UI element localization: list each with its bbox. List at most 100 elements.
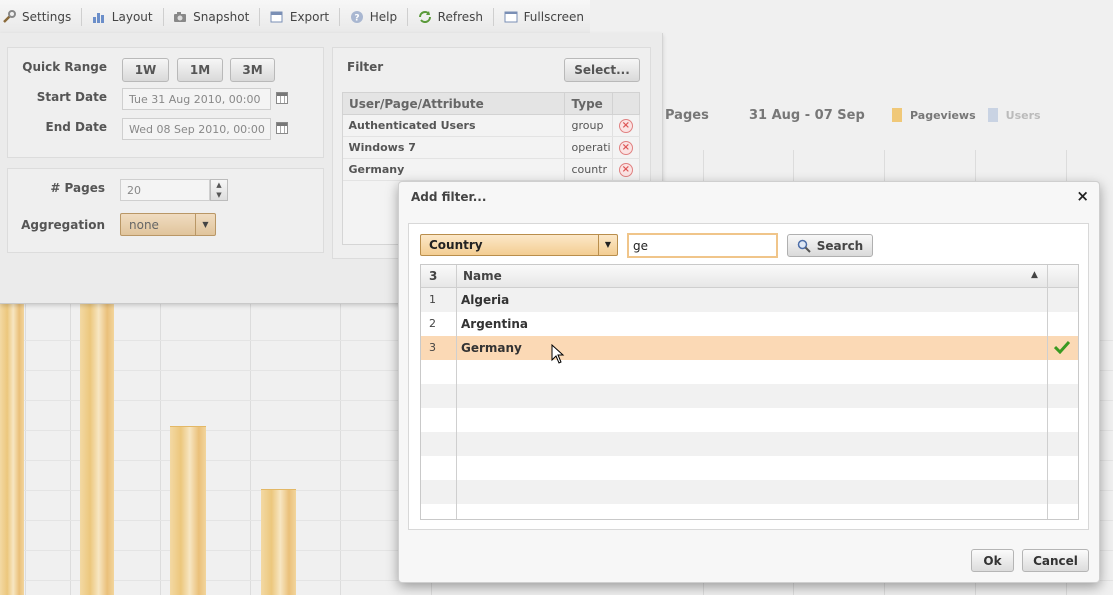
add-filter-dialog: Add filter... × Country ▼ Search 3 Name … bbox=[398, 181, 1100, 583]
fullscreen-button[interactable]: Fullscreen bbox=[498, 0, 590, 33]
toolbar-divider bbox=[162, 7, 164, 26]
filter-type-select[interactable]: Country ▼ bbox=[420, 234, 618, 256]
filter-row-name: Authenticated Users bbox=[342, 114, 566, 137]
filter-col-name[interactable]: User/Page/Attribute bbox=[341, 92, 566, 115]
empty-row bbox=[421, 504, 1078, 519]
table-row[interactable]: 2 Argentina bbox=[421, 312, 1078, 336]
select-filter-button[interactable]: Select... bbox=[564, 58, 640, 82]
refresh-button[interactable]: Refresh bbox=[412, 0, 489, 33]
table-row[interactable]: 1 Algeria bbox=[421, 288, 1078, 312]
export-icon bbox=[270, 11, 283, 22]
start-date-label: Start Date bbox=[36, 90, 107, 104]
chart-title-row: Pages 31 Aug - 07 Sep Pageviews Users bbox=[663, 100, 1113, 130]
search-button-label: Search bbox=[816, 238, 864, 253]
pages-stepper-input[interactable]: 20 bbox=[120, 179, 210, 201]
empty-row bbox=[421, 480, 1078, 504]
filter-title: Filter bbox=[347, 60, 384, 74]
mouse-cursor-icon bbox=[551, 344, 565, 364]
export-button[interactable]: Export bbox=[264, 0, 335, 33]
ok-button[interactable]: Ok bbox=[971, 549, 1014, 572]
settings-button[interactable]: Settings bbox=[0, 0, 77, 33]
filter-row-name: Germany bbox=[342, 158, 566, 181]
filter-row-type: countr bbox=[564, 158, 613, 181]
filter-col-type[interactable]: Type bbox=[564, 92, 613, 115]
help-icon: ? bbox=[350, 10, 363, 23]
row-number: 2 bbox=[429, 317, 436, 330]
bar-chart-icon bbox=[92, 12, 104, 23]
range-1m-button[interactable]: 1M bbox=[177, 58, 223, 82]
dialog-body: Country ▼ Search 3 Name ▲ 1 Algeria 2 Ar… bbox=[408, 223, 1089, 530]
checkmark-icon bbox=[1054, 340, 1070, 354]
filter-row[interactable]: Germany countr × bbox=[342, 158, 641, 181]
layout-label: Layout bbox=[111, 9, 153, 24]
search-input[interactable] bbox=[627, 233, 778, 258]
empty-row bbox=[421, 360, 1078, 384]
fullscreen-label: Fullscreen bbox=[523, 9, 584, 24]
sort-asc-icon[interactable]: ▲ bbox=[1031, 270, 1038, 280]
toolbar-divider bbox=[259, 7, 260, 26]
filter-row-name: Windows 7 bbox=[342, 136, 566, 159]
toolbar-divider bbox=[492, 7, 494, 26]
calendar-icon[interactable] bbox=[276, 122, 288, 134]
aggregation-value: none bbox=[129, 218, 159, 232]
empty-row bbox=[421, 432, 1078, 456]
cancel-button[interactable]: Cancel bbox=[1022, 549, 1089, 572]
filter-table: User/Page/Attribute Type Authenticated U… bbox=[341, 92, 641, 181]
row-number: 3 bbox=[429, 341, 436, 354]
filter-row-type: operati bbox=[564, 136, 613, 159]
remove-icon[interactable]: × bbox=[618, 163, 633, 177]
close-icon[interactable]: × bbox=[1076, 187, 1089, 205]
wrench-icon bbox=[3, 9, 16, 23]
help-button[interactable]: ? Help bbox=[344, 0, 403, 33]
camera-icon bbox=[174, 11, 187, 22]
remove-filter-button[interactable]: × bbox=[612, 114, 641, 137]
remove-icon[interactable]: × bbox=[618, 141, 633, 155]
toolbar-divider bbox=[339, 7, 340, 26]
pages-stepper[interactable]: ▲ ▼ bbox=[210, 179, 228, 201]
export-label: Export bbox=[289, 9, 330, 24]
name-column-header[interactable]: Name bbox=[463, 269, 502, 283]
snapshot-button[interactable]: Snapshot bbox=[167, 0, 255, 33]
legend-pageviews[interactable]: Pageviews bbox=[910, 109, 976, 122]
row-name: Algeria bbox=[461, 293, 510, 307]
end-date-field[interactable]: Wed 08 Sep 2010, 00:00 bbox=[122, 118, 271, 140]
legend-swatch-pageviews bbox=[892, 108, 902, 122]
aggregation-select[interactable]: none ▼ bbox=[120, 213, 216, 236]
aggregation-label: Aggregation bbox=[21, 218, 105, 232]
result-count: 3 bbox=[429, 269, 438, 283]
calendar-icon[interactable] bbox=[276, 92, 288, 104]
start-date-field[interactable]: Tue 31 Aug 2010, 00:00 bbox=[122, 88, 271, 110]
chart-bar bbox=[80, 290, 114, 595]
range-3m-button[interactable]: 3M bbox=[230, 58, 275, 82]
filter-row[interactable]: Windows 7 operati × bbox=[342, 136, 641, 159]
chart-bar bbox=[261, 489, 296, 595]
layout-button[interactable]: Layout bbox=[86, 0, 159, 33]
range-1w-button[interactable]: 1W bbox=[122, 58, 169, 82]
settings-label: Settings bbox=[22, 9, 72, 24]
chart-date-range: 31 Aug - 07 Sep bbox=[749, 107, 865, 123]
remove-filter-button[interactable]: × bbox=[612, 136, 641, 159]
remove-filter-button[interactable]: × bbox=[612, 158, 641, 181]
toolbar-divider bbox=[81, 7, 82, 26]
chart-title: Pages bbox=[665, 107, 709, 123]
empty-row bbox=[421, 456, 1078, 480]
chart-header bbox=[663, 37, 1113, 150]
row-name: Argentina bbox=[461, 317, 528, 331]
filter-type-value: Country bbox=[429, 238, 483, 252]
row-number: 1 bbox=[429, 293, 436, 306]
remove-icon[interactable]: × bbox=[618, 119, 633, 133]
row-name: Germany bbox=[461, 341, 522, 355]
snapshot-label: Snapshot bbox=[193, 9, 250, 24]
filter-row[interactable]: Authenticated Users group × bbox=[342, 114, 641, 137]
toolbar-divider bbox=[407, 7, 408, 26]
search-button[interactable]: Search bbox=[787, 234, 873, 257]
refresh-icon bbox=[418, 10, 431, 23]
refresh-label: Refresh bbox=[437, 9, 483, 24]
dialog-title: Add filter... bbox=[411, 190, 487, 204]
results-table: 3 Name ▲ 1 Algeria 2 Argentina 3 Germany bbox=[420, 264, 1079, 520]
legend-users[interactable]: Users bbox=[1006, 109, 1041, 122]
chart-bar bbox=[0, 290, 24, 595]
table-row-selected[interactable]: 3 Germany bbox=[421, 336, 1078, 360]
filter-col-remove bbox=[611, 92, 641, 115]
end-date-label: End Date bbox=[45, 120, 107, 134]
